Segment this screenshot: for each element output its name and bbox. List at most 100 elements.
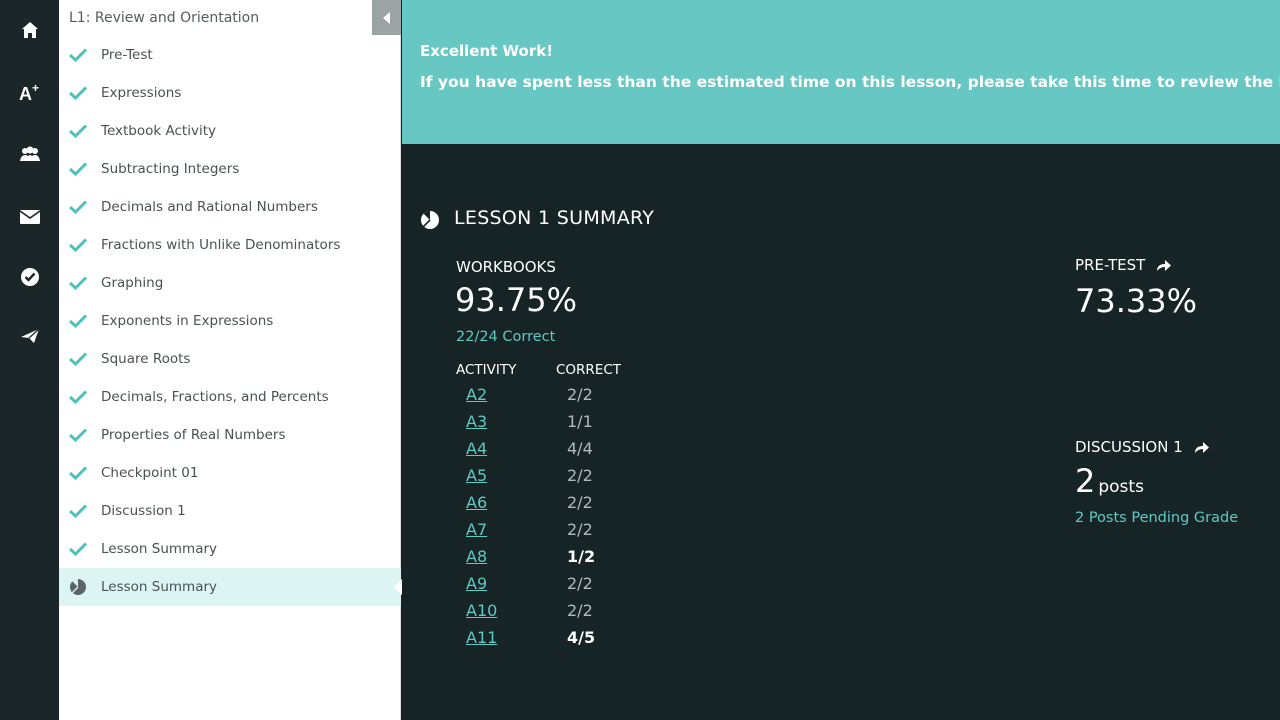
activity-score: 2/2: [567, 574, 593, 593]
checkmark-icon: [69, 466, 87, 480]
activity-link[interactable]: A10: [466, 601, 497, 620]
discussion-post-count: 2 posts: [1075, 462, 1144, 500]
nav-item-label: Properties of Real Numbers: [101, 427, 286, 443]
check-circle-icon[interactable]: [0, 257, 59, 297]
checkmark-icon: [69, 86, 87, 100]
nav-item[interactable]: Checkpoint 01: [59, 454, 401, 492]
activity-link[interactable]: A7: [466, 520, 487, 539]
activity-score: 2/2: [567, 493, 593, 512]
home-icon[interactable]: [0, 10, 59, 50]
checkmark-icon: [69, 314, 87, 328]
checkmark-icon: [69, 48, 87, 62]
nav-item-label: Exponents in Expressions: [101, 313, 274, 329]
checkmark-icon: [69, 124, 87, 138]
nav-item[interactable]: Graphing: [59, 264, 401, 302]
nav-item-label: Checkpoint 01: [101, 465, 199, 481]
nav-item[interactable]: Decimals, Fractions, and Percents: [59, 378, 401, 416]
svg-text:+: +: [32, 82, 39, 95]
nav-item-label: Lesson Summary: [101, 579, 218, 595]
nav-item-label: Fractions with Unlike Denominators: [101, 237, 341, 253]
nav-item-label: Decimals and Rational Numbers: [101, 199, 318, 215]
nav-item-label: Pre-Test: [101, 47, 153, 63]
checkmark-icon: [69, 276, 87, 290]
activity-score: 2/2: [567, 385, 593, 404]
checkmark-icon: [69, 542, 87, 556]
nav-item[interactable]: Pre-Test: [59, 36, 401, 74]
nav-item-label: Lesson Summary: [101, 541, 218, 557]
nav-item-label: Graphing: [101, 275, 164, 291]
workbooks-label: WORKBOOKS: [456, 258, 556, 276]
checkmark-icon: [69, 162, 87, 176]
activity-link[interactable]: A9: [466, 574, 487, 593]
nav-item[interactable]: Fractions with Unlike Denominators: [59, 226, 401, 264]
checkmark-icon: [69, 238, 87, 252]
activity-column-header: ACTIVITY: [456, 362, 517, 378]
nav-item[interactable]: Decimals and Rational Numbers: [59, 188, 401, 226]
activity-link[interactable]: A6: [466, 493, 487, 512]
checkmark-icon: [69, 428, 87, 442]
mail-icon[interactable]: [0, 197, 59, 237]
post-count-unit: posts: [1098, 477, 1144, 497]
send-icon[interactable]: [0, 316, 59, 356]
nav-item[interactable]: Square Roots: [59, 340, 401, 378]
checkmark-icon: [69, 504, 87, 518]
checkmark-icon: [69, 352, 87, 366]
pretest-link-arrow-icon[interactable]: [1155, 259, 1172, 272]
discussion-link-arrow-icon[interactable]: [1193, 441, 1210, 454]
nav-item[interactable]: Subtracting Integers: [59, 150, 401, 188]
banner-message: If you have spent less than the estimate…: [420, 73, 1280, 91]
nav-item-label: Subtracting Integers: [101, 161, 240, 177]
activity-link[interactable]: A3: [466, 412, 487, 431]
chevron-left-icon: [382, 11, 390, 24]
activity-score: 2/2: [567, 601, 593, 620]
checkmark-icon: [69, 200, 87, 214]
nav-item[interactable]: Lesson Summary: [59, 530, 401, 568]
pie-chart-icon: [421, 210, 439, 229]
activity-link[interactable]: A2: [466, 385, 487, 404]
discussion-label: DISCUSSION 1: [1075, 438, 1183, 456]
checkmark-icon: [69, 390, 87, 404]
correct-column-header: CORRECT: [556, 362, 622, 378]
pretest-score: 73.33%: [1075, 282, 1198, 320]
in-progress-icon: [70, 578, 86, 595]
nav-item[interactable]: Properties of Real Numbers: [59, 416, 401, 454]
icon-rail: A +: [0, 0, 59, 720]
activity-score: 1/2: [567, 547, 596, 566]
collapse-panel-button[interactable]: [372, 0, 401, 35]
nav-item[interactable]: Discussion 1: [59, 492, 401, 530]
grades-icon[interactable]: A +: [0, 72, 59, 112]
completion-banner: Excellent Work! If you have spent less t…: [402, 0, 1280, 144]
nav-item-label: Expressions: [101, 85, 182, 101]
people-icon[interactable]: [0, 134, 59, 174]
activity-link[interactable]: A5: [466, 466, 487, 485]
nav-item-label: Decimals, Fractions, and Percents: [101, 389, 329, 405]
nav-item-label: Discussion 1: [101, 503, 186, 519]
lesson-title: L1: Review and Orientation: [69, 10, 260, 26]
nav-item[interactable]: Expressions: [59, 74, 401, 112]
nav-item[interactable]: Textbook Activity: [59, 112, 401, 150]
post-count-number: 2: [1075, 462, 1096, 500]
banner-title: Excellent Work!: [420, 42, 554, 60]
lesson-nav-panel: L1: Review and Orientation Pre-Test Expre…: [59, 0, 402, 720]
activity-score: 1/1: [567, 412, 593, 431]
posts-pending-grade: 2 Posts Pending Grade: [1075, 510, 1239, 526]
workbooks-correct-count: 22/24 Correct: [456, 329, 556, 345]
activity-link[interactable]: A11: [466, 628, 497, 647]
nav-item-label: Textbook Activity: [101, 123, 216, 139]
nav-item[interactable]: Exponents in Expressions: [59, 302, 401, 340]
nav-item[interactable]: Lesson Summary: [59, 568, 402, 606]
discussion-heading: DISCUSSION 1: [1075, 438, 1210, 456]
activity-link[interactable]: A4: [466, 439, 487, 458]
summary-title: LESSON 1 SUMMARY: [454, 207, 655, 229]
pretest-heading: PRE-TEST: [1075, 256, 1172, 274]
pretest-label: PRE-TEST: [1075, 256, 1146, 274]
activity-score: 2/2: [567, 466, 593, 485]
activity-score: 4/5: [567, 628, 596, 647]
activity-link[interactable]: A8: [466, 547, 487, 566]
svg-text:A: A: [19, 84, 32, 102]
nav-item-label: Square Roots: [101, 351, 191, 367]
lesson-nav-list: Pre-Test Expressions Textbook Activity Subt…: [59, 36, 402, 606]
activity-score: 4/4: [567, 439, 593, 458]
workbooks-score: 93.75%: [455, 281, 578, 319]
activity-score: 2/2: [567, 520, 593, 539]
